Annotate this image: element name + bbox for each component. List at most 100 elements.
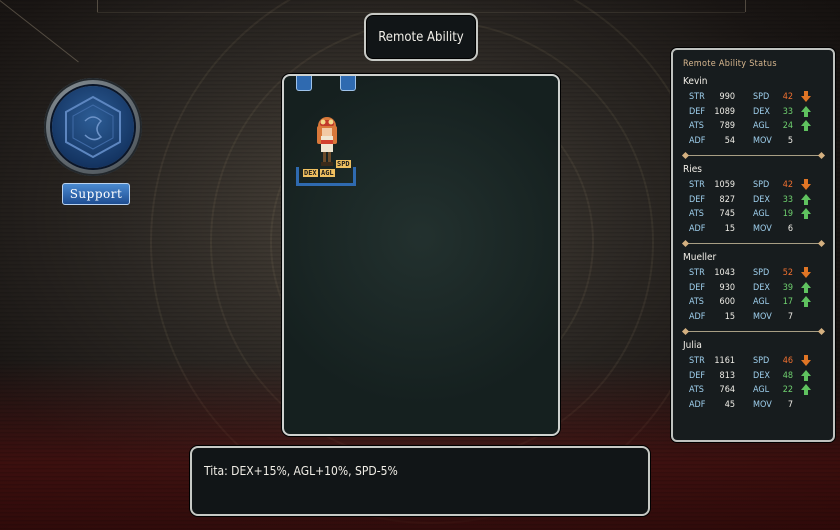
- member-kevin: Kevin STR 990 SPD 42 DEF 1089 DEX 33 ATS 789 AGL 24 A…: [681, 76, 826, 162]
- trend-down-icon: [801, 91, 811, 103]
- support-button[interactable]: Support: [62, 183, 130, 205]
- stat-value-str: 1043: [714, 268, 735, 278]
- stat-value-dex: 48: [782, 370, 793, 381]
- stat-value-mov: 6: [787, 223, 793, 234]
- member-name: Ries: [683, 164, 702, 175]
- trend-up-icon: [801, 296, 811, 308]
- stat-label-str: STR: [689, 180, 705, 190]
- stat-value-adf: 45: [724, 399, 735, 410]
- stat-row: STR 990 SPD 42: [689, 90, 825, 104]
- member-divider: [685, 243, 821, 244]
- stat-row: STR 1161 SPD 46: [689, 354, 825, 368]
- stat-row: ADF 15 MOV 7: [689, 310, 825, 324]
- stat-value-agl: 22: [782, 385, 793, 395]
- stat-row: STR 1059 SPD 42: [689, 178, 825, 192]
- stat-label-def: DEF: [689, 282, 706, 293]
- trend-up-icon: [801, 193, 811, 206]
- stat-label-adf: ADF: [689, 399, 706, 410]
- stat-row: ADF 45 MOV 7: [689, 398, 825, 412]
- member-mueller: Mueller STR 1043 SPD 52 DEF 930 DEX 39 ATS 600 AGL 1…: [681, 252, 826, 338]
- stat-label-ats: ATS: [689, 385, 704, 395]
- support-orb[interactable]: Support: [42, 78, 146, 208]
- divider-diamond: [817, 327, 826, 336]
- member-name: Mueller: [683, 252, 717, 263]
- stat-row: ATS 764 AGL 22: [689, 383, 825, 397]
- stat-row: DEF 1089 DEX 33: [689, 105, 825, 119]
- stat-value-def: 1089: [714, 106, 735, 117]
- member-ries: Ries STR 1059 SPD 42 DEF 827 DEX 33 ATS 745 AGL 19 AD…: [681, 164, 826, 250]
- stat-row: ATS 745 AGL 19: [689, 207, 825, 221]
- board-corner-right: [340, 76, 356, 91]
- stat-label-mov: MOV: [753, 311, 772, 322]
- status-panel-title: Remote Ability Status: [683, 59, 777, 69]
- stat-label-adf: ADF: [689, 311, 706, 322]
- stat-label-agl: AGL: [753, 209, 770, 219]
- stat-label-mov: MOV: [753, 223, 772, 234]
- trend-up-icon: [801, 105, 811, 118]
- stat-row: ADF 15 MOV 6: [689, 222, 825, 236]
- divider-diamond: [681, 239, 690, 248]
- stat-label-spd: SPD: [753, 180, 770, 190]
- stat-row: DEF 827 DEX 33: [689, 193, 825, 207]
- message-text: Tita: DEX+15%, AGL+10%, SPD-5%: [204, 464, 398, 478]
- selected-cell[interactable]: DEX AGL SPD: [296, 160, 356, 186]
- stat-label-def: DEF: [689, 194, 706, 205]
- stat-label-dex: DEX: [753, 194, 770, 205]
- stat-value-dex: 33: [782, 106, 793, 117]
- stat-value-adf: 15: [724, 223, 735, 234]
- stat-value-spd: 42: [782, 92, 793, 102]
- stat-value-dex: 33: [782, 194, 793, 205]
- stat-value-dex: 39: [782, 282, 793, 293]
- stat-row: DEF 930 DEX 39: [689, 281, 825, 295]
- trend-up-icon: [801, 120, 811, 132]
- trend-down-icon: [801, 267, 811, 279]
- stat-value-def: 827: [719, 194, 735, 205]
- stat-value-adf: 15: [724, 311, 735, 322]
- stat-label-str: STR: [689, 268, 705, 278]
- stat-row: ADF 54 MOV 5: [689, 134, 825, 148]
- stat-label-def: DEF: [689, 106, 706, 117]
- stat-value-spd: 46: [782, 356, 793, 366]
- member-divider: [685, 155, 821, 156]
- stat-label-def: DEF: [689, 370, 706, 381]
- stat-row: DEF 813 DEX 48: [689, 369, 825, 383]
- divider-diamond: [817, 151, 826, 160]
- stat-label-spd: SPD: [753, 356, 770, 366]
- stat-label-dex: DEX: [753, 106, 770, 117]
- stat-label-adf: ADF: [689, 135, 706, 146]
- stat-value-agl: 19: [782, 209, 793, 219]
- stat-row: ATS 789 AGL 24: [689, 119, 825, 133]
- stat-value-str: 990: [719, 92, 735, 102]
- stat-label-agl: AGL: [753, 385, 770, 395]
- board-corner-left: [296, 76, 312, 91]
- stat-value-mov: 5: [787, 135, 793, 146]
- trend-down-icon: [801, 355, 811, 367]
- divider-diamond: [817, 239, 826, 248]
- member-divider: [685, 331, 821, 332]
- divider-diamond: [681, 151, 690, 160]
- stat-value-spd: 52: [782, 268, 793, 278]
- stat-label-mov: MOV: [753, 135, 772, 146]
- orbment-board: DEX AGL SPD: [282, 74, 560, 436]
- stat-value-mov: 7: [787, 399, 793, 410]
- page-title: Remote Ability: [364, 13, 478, 61]
- status-panel: Remote Ability Status Kevin STR 990 SPD 42 DE…: [671, 48, 835, 442]
- stat-value-def: 813: [719, 370, 735, 381]
- member-name: Julia: [683, 340, 702, 351]
- stat-value-agl: 24: [782, 121, 793, 131]
- stat-label-ats: ATS: [689, 209, 704, 219]
- buff-dex: DEX: [303, 169, 318, 177]
- member-name: Kevin: [683, 76, 708, 87]
- stat-value-ats: 600: [719, 297, 735, 307]
- trend-down-icon: [801, 179, 811, 191]
- stat-label-agl: AGL: [753, 121, 770, 131]
- buff-spd: SPD: [336, 160, 351, 168]
- stat-row: ATS 600 AGL 17: [689, 295, 825, 309]
- stat-label-dex: DEX: [753, 282, 770, 293]
- stat-value-agl: 17: [782, 297, 793, 307]
- member-julia: Julia STR 1161 SPD 46 DEF 813 DEX 48 ATS 764 AGL 22 A…: [683, 340, 825, 426]
- stat-value-ats: 789: [719, 121, 735, 131]
- stat-label-dex: DEX: [753, 370, 770, 381]
- stat-label-spd: SPD: [753, 92, 770, 102]
- message-box: Tita: DEX+15%, AGL+10%, SPD-5%: [190, 446, 650, 516]
